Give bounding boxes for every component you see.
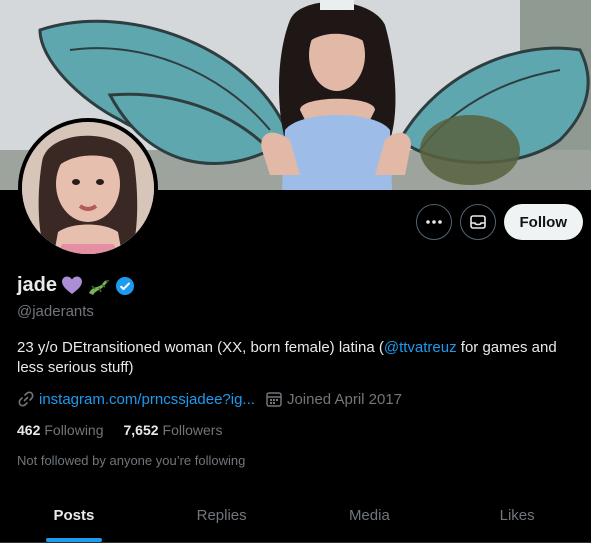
tab-label: Replies — [196, 507, 247, 524]
tab-media[interactable]: Media — [296, 489, 444, 542]
active-tab-indicator — [45, 538, 102, 542]
avatar[interactable] — [18, 118, 158, 258]
profile-actions: Follow — [415, 204, 583, 240]
link-icon — [18, 391, 34, 407]
purple-heart-icon — [62, 276, 83, 294]
joined-date: Joined April 2017 — [286, 390, 403, 408]
username-handle: @jaderants — [17, 303, 94, 320]
mail-icon — [469, 215, 486, 229]
tab-label: Media — [348, 507, 390, 524]
followers-count: 7,652 — [123, 422, 159, 438]
tab-replies[interactable]: Replies — [148, 489, 296, 542]
followers-stat[interactable]: 7,652 Followers — [124, 422, 223, 438]
follow-stats: 462 Following 7,652 Followers — [17, 422, 222, 438]
profile-tabs: Posts Replies Media Likes — [0, 489, 591, 543]
calendar-icon — [266, 392, 282, 407]
avatar-image — [22, 122, 154, 254]
joined-item: Joined April 2017 — [265, 390, 402, 408]
follow-button[interactable]: Follow — [503, 204, 583, 240]
tab-likes[interactable]: Likes — [443, 489, 591, 542]
mutual-followers-note: Not followed by anyone you’re following — [17, 453, 246, 468]
following-label: Following — [44, 422, 104, 438]
display-name-row: jade — [17, 274, 135, 297]
display-name: jade — [17, 274, 58, 296]
more-icon — [425, 220, 442, 224]
bio-mention-link[interactable]: @ttvatreuz — [384, 339, 457, 356]
bio-text-start: 23 y/o DEtransitioned woman (XX, born fe… — [17, 339, 384, 356]
website-item: instagram.com/prncssjadee?ig... — [17, 390, 255, 408]
website-link[interactable]: instagram.com/prncssjadee?ig... — [39, 391, 255, 408]
following-stat[interactable]: 462 Following — [17, 422, 104, 438]
verified-badge-icon — [116, 276, 135, 295]
tab-posts[interactable]: Posts — [0, 489, 148, 542]
profile-bio: 23 y/o DEtransitioned woman (XX, born fe… — [17, 338, 582, 378]
tab-label: Likes — [499, 507, 535, 524]
message-button[interactable] — [459, 204, 496, 240]
following-count: 462 — [17, 422, 41, 438]
lizard-icon — [89, 279, 110, 295]
profile-meta: instagram.com/prncssjadee?ig... Joined A… — [17, 390, 402, 408]
followers-label: Followers — [162, 422, 223, 438]
more-button[interactable] — [415, 204, 452, 240]
tab-label: Posts — [53, 507, 95, 524]
